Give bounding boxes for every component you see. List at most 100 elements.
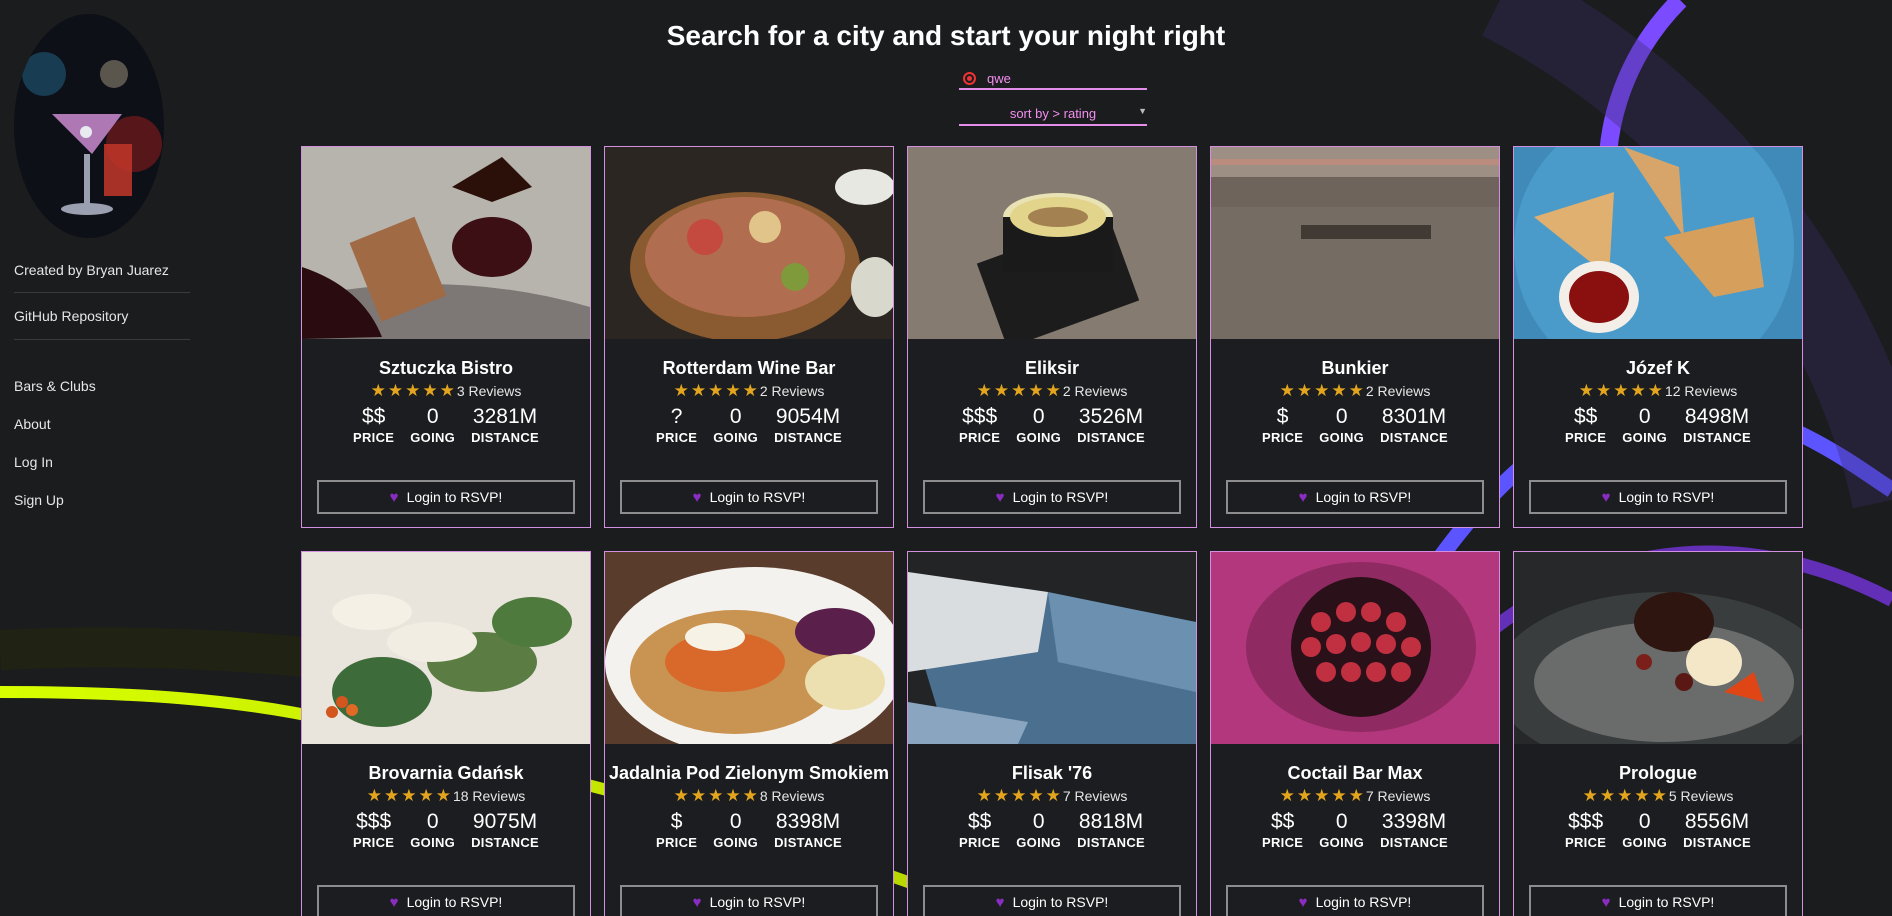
going-stat: 0 GOING (1622, 406, 1667, 446)
sort-label: sort by > rating (1009, 106, 1097, 121)
venue-card: Rotterdam Wine Bar ★ ★ ★ ★ ★ 2 Reviews? PRICE 0 G… (604, 146, 894, 528)
heart-icon: ♥ (1601, 488, 1611, 506)
sidebar-divider (14, 292, 190, 293)
star-icon: ★ (673, 381, 689, 400)
price-stat: $$ PRICE (1565, 406, 1607, 446)
distance-value: 3281M (472, 405, 538, 428)
going-value: 0 (426, 405, 439, 428)
star-icon: ★ (1331, 786, 1347, 805)
star-icon: ★ (993, 381, 1010, 400)
going-label: GOING (1016, 835, 1062, 850)
venue-image (908, 147, 1196, 349)
distance-stat: 8818M DISTANCE (1077, 811, 1145, 851)
search-input[interactable] (987, 70, 1137, 86)
going-stat: 0 GOING (713, 811, 758, 851)
star-icon: ★ (1647, 381, 1663, 400)
going-value: 0 (1032, 810, 1045, 833)
star-icon: ★ (690, 786, 707, 805)
github-link[interactable]: GitHub Repository (14, 308, 128, 324)
review-count: 8 Reviews (759, 788, 825, 804)
distance-value: 3526M (1078, 405, 1144, 428)
search-bar (959, 68, 1147, 90)
star-icon: ★ (370, 381, 386, 400)
rsvp-button[interactable]: ♥ Login to RSVP! (620, 480, 878, 514)
review-count: 3 Reviews (456, 383, 522, 399)
distance-stat: 8301M DISTANCE (1380, 405, 1448, 446)
rsvp-button[interactable]: ♥ Login to RSVP! (1529, 480, 1787, 514)
venue-name: Flisak '76 (1011, 763, 1093, 783)
going-value: 0 (729, 405, 742, 428)
rsvp-button[interactable]: ♥ Login to RSVP! (1226, 885, 1484, 916)
nav-bars-clubs[interactable]: Bars & Clubs (14, 378, 96, 394)
distance-stat: 3281M DISTANCE (471, 405, 539, 446)
star-icon: ★ (1595, 381, 1612, 400)
page-title: Search for a city and start your night r… (666, 20, 1226, 51)
venue-stats: $$$ PRICE 0 GOING 3526M DISTANCE (908, 405, 1196, 446)
going-label: GOING (1319, 430, 1365, 445)
nav-sign-up[interactable]: Sign Up (14, 492, 64, 508)
distance-value: 8398M (775, 810, 841, 833)
going-label: GOING (1319, 835, 1365, 850)
rating-row: ★ ★ ★ ★ ★ 2 Reviews (1211, 382, 1499, 400)
venue-image (908, 552, 1196, 744)
rating-row: ★ ★ ★ ★ ★ 7 Reviews (1211, 787, 1499, 805)
price-label: PRICE (1565, 430, 1607, 445)
review-count: 2 Reviews (759, 383, 825, 399)
distance-value: 8301M (1381, 405, 1447, 428)
price-stat: $$ PRICE (353, 405, 394, 446)
price-value: $$$ (962, 405, 998, 428)
venue-card: Coctail Bar Max ★ ★ ★ ★ ★ 7 Reviews $$ PRICE 0 GOI… (1210, 551, 1500, 916)
going-value: 0 (1335, 405, 1348, 428)
venue-image (1514, 552, 1802, 772)
price-stat: $$$ PRICE (1565, 811, 1606, 851)
going-stat: 0 GOING (1016, 406, 1061, 446)
search-icon[interactable] (963, 71, 976, 85)
price-stat: $$ PRICE (1262, 810, 1303, 851)
distance-stat: 9054M DISTANCE (774, 405, 842, 446)
sort-dropdown[interactable]: sort by > rating ▼ (959, 104, 1147, 126)
star-icon: ★ (435, 786, 451, 805)
venue-card: Bunkier ★ ★ ★ ★ ★ 2 Reviews $ PRICE 0 GOING 8301M DI… (1210, 146, 1500, 528)
rsvp-button[interactable]: ♥ Login to RSVP! (317, 885, 575, 916)
star-icon: ★ (1028, 786, 1044, 805)
star-icon: ★ (673, 786, 689, 805)
distance-value: 9075M (472, 810, 538, 833)
nav-about[interactable]: About (14, 416, 51, 432)
chevron-down-icon: ▼ (1138, 106, 1147, 116)
rsvp-button[interactable]: ♥ Login to RSVP! (923, 885, 1181, 916)
star-icon: ★ (708, 786, 724, 805)
distance-value: 8556M (1684, 810, 1750, 833)
rsvp-button[interactable]: ♥ Login to RSVP! (1529, 885, 1787, 916)
venue-image (1211, 147, 1499, 339)
nav-log-in[interactable]: Log In (14, 454, 53, 470)
star-icon: ★ (401, 786, 417, 805)
price-value: $$ (361, 405, 386, 428)
rsvp-label: Login to RSVP! (1012, 489, 1109, 505)
rsvp-button[interactable]: ♥ Login to RSVP! (620, 885, 878, 916)
review-count: 7 Reviews (1062, 788, 1128, 804)
rsvp-label: Login to RSVP! (1315, 489, 1412, 505)
price-value: $$ (1270, 810, 1295, 833)
star-icon: ★ (1617, 786, 1633, 805)
rsvp-label: Login to RSVP! (1012, 894, 1109, 910)
price-stat: $ PRICE (656, 810, 697, 851)
sidebar: Created by Bryan Juarez GitHub Repositor… (0, 0, 200, 916)
rsvp-button[interactable]: ♥ Login to RSVP! (1226, 480, 1484, 514)
rsvp-button[interactable]: ♥ Login to RSVP! (317, 480, 575, 514)
distance-stat: 9075M DISTANCE (471, 810, 539, 851)
star-icon: ★ (383, 786, 400, 805)
star-icon: ★ (1314, 381, 1330, 400)
going-stat: 0 GOING (410, 405, 455, 446)
star-icon: ★ (1011, 786, 1027, 805)
distance-value: 3398M (1381, 810, 1447, 833)
distance-value: 9054M (775, 405, 841, 428)
going-stat: 0 GOING (1319, 811, 1365, 851)
price-value: $ (670, 810, 683, 833)
heart-icon: ♥ (389, 893, 399, 911)
rsvp-label: Login to RSVP! (406, 489, 503, 505)
price-stat: ? PRICE (656, 406, 697, 446)
rsvp-label: Login to RSVP! (709, 489, 806, 505)
rsvp-button[interactable]: ♥ Login to RSVP! (923, 480, 1181, 514)
venue-stats: $$$ PRICE 0 GOING 9075M DISTANCE (302, 810, 590, 851)
distance-label: DISTANCE (1380, 835, 1448, 850)
